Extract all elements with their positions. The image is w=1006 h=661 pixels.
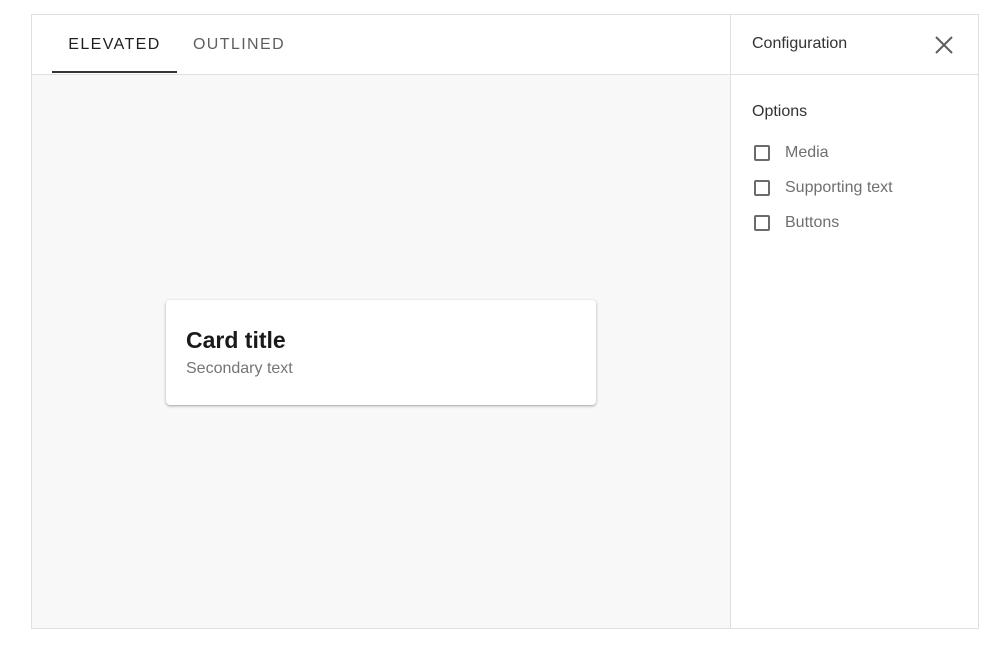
close-icon [935, 36, 953, 54]
close-button[interactable] [932, 33, 956, 57]
tab-elevated-label: ELEVATED [68, 35, 161, 53]
option-media[interactable]: Media [752, 141, 829, 165]
buttons-checkbox[interactable] [754, 215, 770, 231]
supporting-text-checkbox[interactable] [754, 180, 770, 196]
tab-bar: ELEVATED OUTLINED [32, 15, 730, 75]
media-checkbox-label: Media [785, 144, 829, 161]
options-heading: Options [752, 103, 808, 120]
preview-stage: Card title Secondary text [32, 75, 730, 628]
active-tab-indicator [52, 71, 177, 73]
option-supporting-text[interactable]: Supporting text [752, 176, 893, 200]
tab-outlined-label: OUTLINED [192, 35, 286, 53]
tab-elevated[interactable]: ELEVATED [52, 15, 177, 74]
card-title: Card title [186, 327, 286, 353]
demo-frame: ELEVATED OUTLINED Card title Secondary t… [31, 14, 979, 629]
configuration-panel: Configuration Options Media Supporting t… [731, 15, 978, 628]
buttons-checkbox-label: Buttons [785, 214, 840, 231]
card-secondary-text: Secondary text [186, 360, 293, 377]
tab-outlined[interactable]: OUTLINED [177, 15, 301, 74]
option-buttons[interactable]: Buttons [752, 211, 839, 235]
supporting-text-checkbox-label: Supporting text [785, 179, 893, 196]
configuration-header: Configuration [731, 15, 978, 75]
demo-area: ELEVATED OUTLINED Card title Secondary t… [32, 15, 731, 628]
configuration-title: Configuration [752, 35, 848, 52]
media-checkbox[interactable] [754, 145, 770, 161]
elevated-card: Card title Secondary text [166, 300, 596, 405]
